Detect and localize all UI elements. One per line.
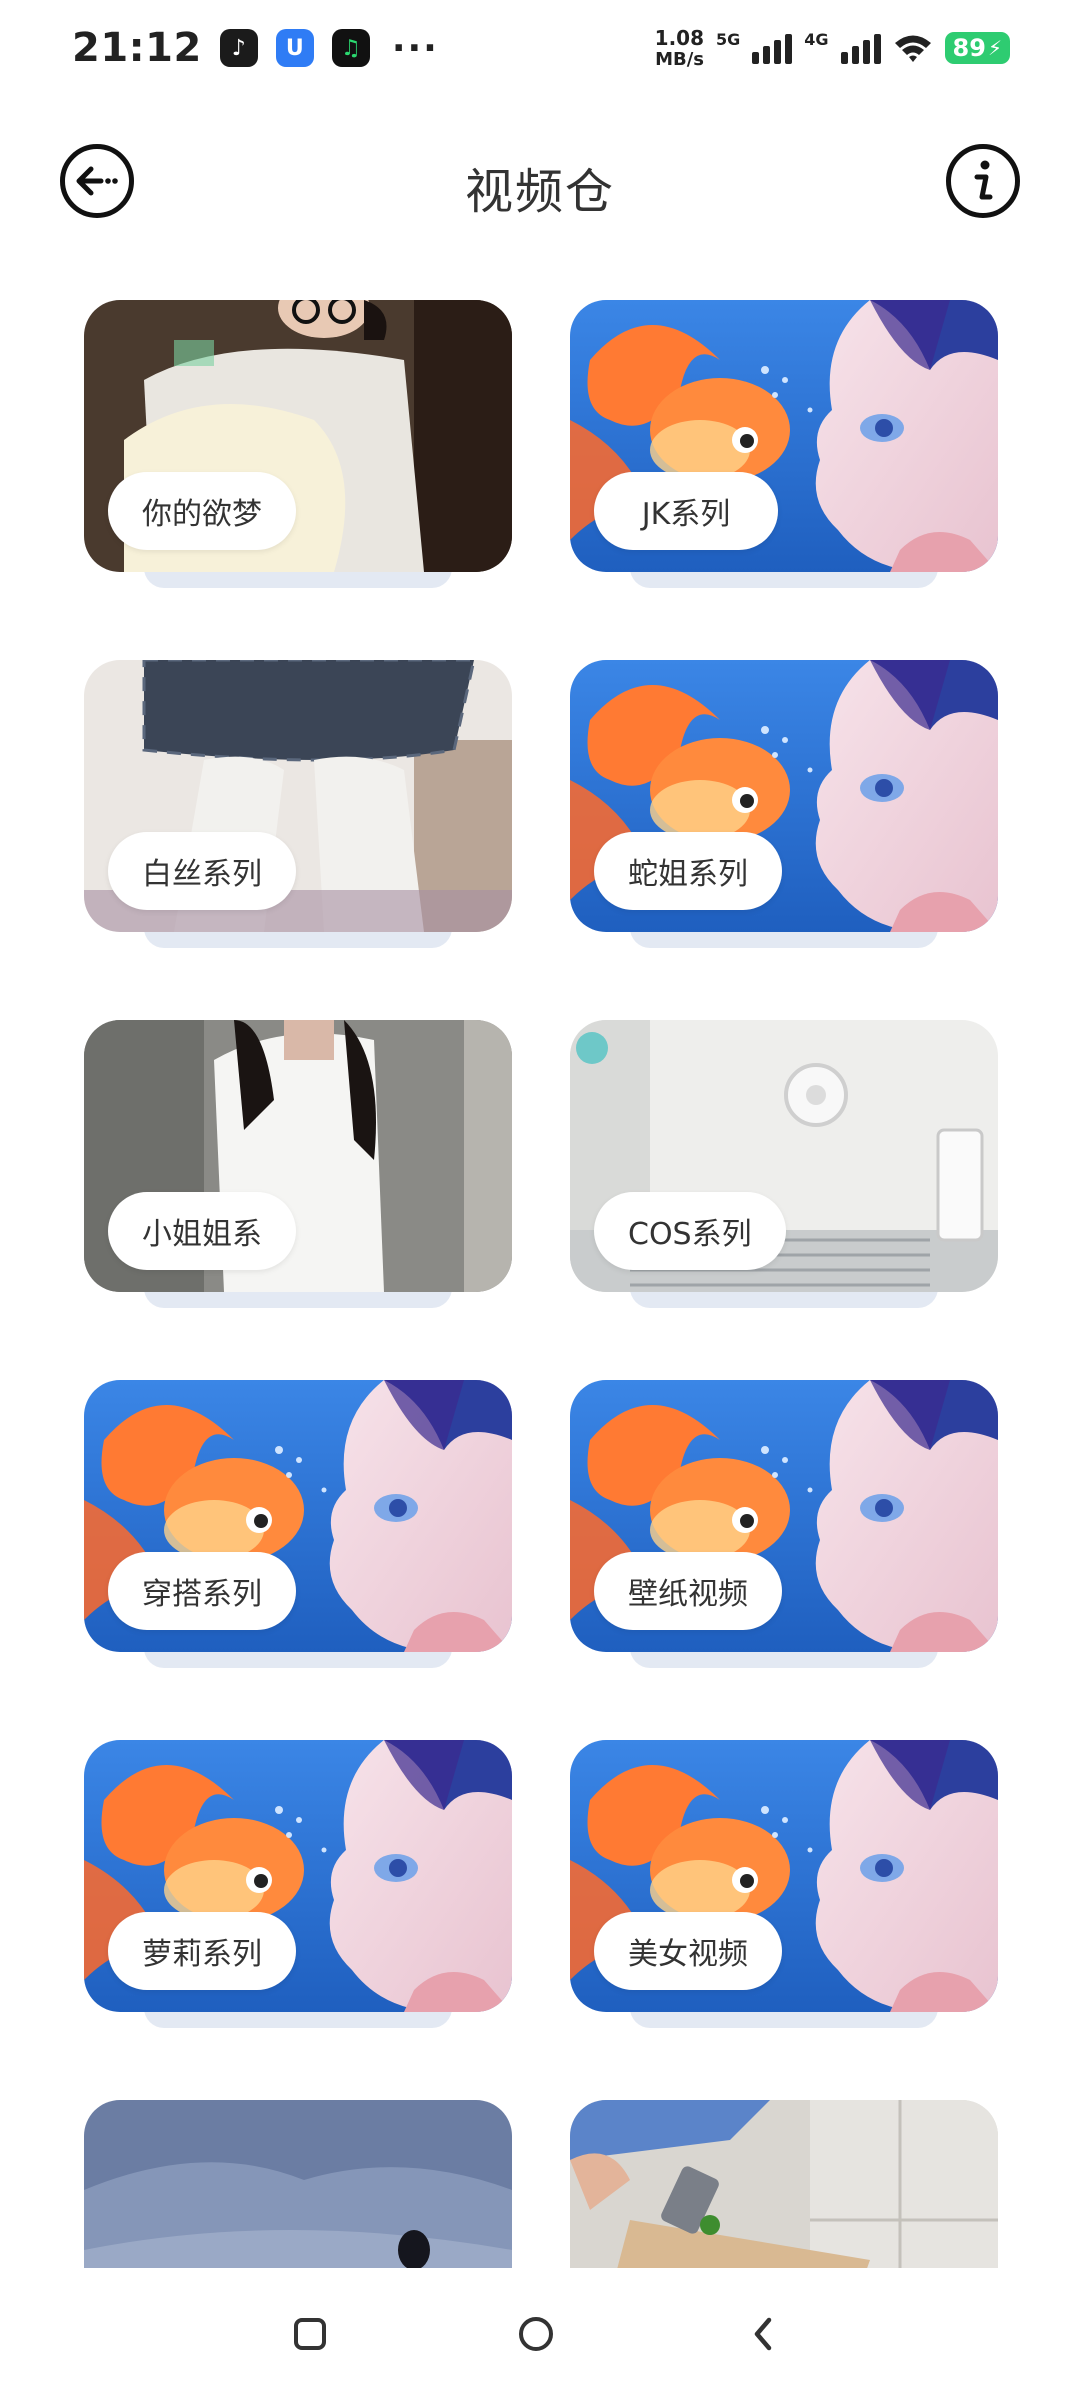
chevron-left-icon <box>754 2317 772 2351</box>
category-label: 萝莉系列 <box>108 1912 296 1990</box>
category-label: 穿搭系列 <box>108 1552 296 1630</box>
category-card[interactable]: 蛇姐系列 <box>570 660 998 948</box>
category-card[interactable]: COS系列 <box>570 1020 998 1308</box>
category-label: JK系列 <box>594 472 778 550</box>
category-card[interactable]: 美女视频 <box>570 1740 998 2028</box>
system-nav-bar <box>0 2268 1080 2400</box>
category-card[interactable] <box>84 2100 512 2268</box>
page-title: 视频仓 <box>464 164 615 220</box>
status-right: 1.08 MB/s 5G 4G 89 ⚡ <box>655 28 1010 69</box>
network-type-5g: 5G <box>716 29 741 49</box>
signal-icon-2 <box>840 32 881 64</box>
info-button[interactable] <box>946 144 1020 218</box>
network-speed: 1.08 MB/s <box>655 28 704 69</box>
category-card[interactable]: JK系列 <box>570 300 998 588</box>
signal-icon <box>752 32 793 64</box>
category-label: COS系列 <box>594 1192 786 1270</box>
speed-value: 1.08 <box>654 25 705 50</box>
category-card[interactable]: 萝莉系列 <box>84 1740 512 2028</box>
wifi-icon <box>894 35 931 62</box>
category-card[interactable]: 白丝系列 <box>84 660 512 948</box>
speed-unit: MB/s <box>655 48 705 70</box>
tiktok-notification-icon: ♪ <box>219 29 258 67</box>
category-card[interactable] <box>570 2100 998 2268</box>
category-label: 蛇姐系列 <box>594 832 782 910</box>
battery-indicator: 89 ⚡ <box>944 32 1010 64</box>
category-label: 壁纸视频 <box>594 1552 782 1630</box>
category-label: 你的欲梦 <box>108 472 296 550</box>
shield-notification-icon: U <box>275 29 314 67</box>
charging-icon: ⚡ <box>987 36 1002 60</box>
header: 视频仓 <box>0 120 1080 240</box>
clock: 21:12 <box>72 25 202 71</box>
category-thumbnail <box>84 2100 512 2268</box>
system-back-button[interactable] <box>742 2312 786 2356</box>
status-bar: 21:12 ♪ U ♫ ··· 1.08 MB/s 5G 4G 89 ⚡ <box>0 0 1080 96</box>
more-notifications-icon: ··· <box>391 27 439 69</box>
category-card[interactable]: 穿搭系列 <box>84 1380 512 1668</box>
info-icon <box>974 160 993 200</box>
home-button[interactable] <box>514 2312 558 2356</box>
category-card[interactable]: 你的欲梦 <box>84 300 512 588</box>
recent-apps-button[interactable] <box>288 2312 332 2356</box>
square-icon <box>294 2318 326 2350</box>
network-type-4g: 4G <box>804 29 829 49</box>
category-label: 美女视频 <box>594 1912 782 1990</box>
status-left: 21:12 ♪ U ♫ ··· <box>72 25 439 71</box>
category-card[interactable]: 小姐姐系 <box>84 1020 512 1308</box>
category-grid: 你的欲梦 JK系列 白丝系列 蛇姐系列 小姐姐系 COS系列 穿搭系列 壁纸视频… <box>84 300 998 2268</box>
category-thumbnail <box>570 2100 998 2268</box>
category-card[interactable]: 壁纸视频 <box>570 1380 998 1668</box>
category-label: 白丝系列 <box>108 832 296 910</box>
category-grid-scroll[interactable]: 你的欲梦 JK系列 白丝系列 蛇姐系列 小姐姐系 COS系列 穿搭系列 壁纸视频… <box>0 300 1080 2268</box>
circle-icon <box>519 2317 553 2351</box>
battery-level: 89 <box>952 34 986 62</box>
category-label: 小姐姐系 <box>108 1192 296 1270</box>
music-notification-icon: ♫ <box>331 29 370 67</box>
